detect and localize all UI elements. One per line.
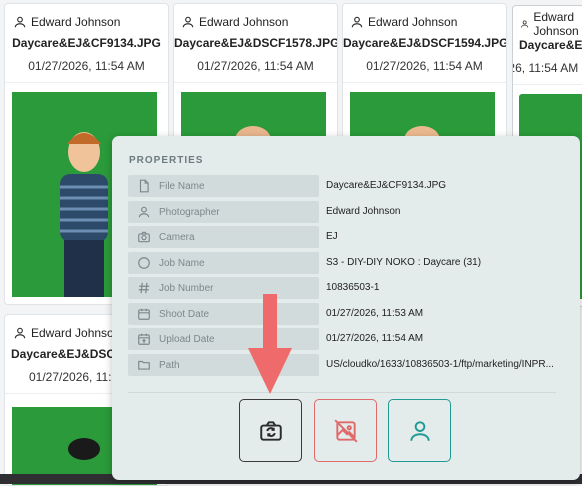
property-value: US/cloudko/1633/10836503-1/ftp/marketing… [326,359,554,370]
property-value: 10836503-1 [326,282,380,293]
property-value: EJ [326,231,338,242]
card-date: 01/27/2026, 11:54 AM [513,61,579,75]
person-icon [351,16,363,28]
card-photographer: Edward Johnson [181,13,288,31]
property-label: Job Name [128,252,319,274]
property-value: S3 - DIY-DIY NOKO : Daycare (31) [326,257,482,268]
property-row-job-number: Job Number 10836503-1 [128,277,558,299]
property-row-job-name: Job Name S3 - DIY-DIY NOKO : Daycare (31… [128,252,558,274]
property-label: File Name [128,175,319,197]
property-row-file-name: File Name Daycare&EJ&CF9134.JPG [128,175,558,197]
property-label: Photographer [128,201,319,223]
card-photographer: Edward Johnson [13,13,120,31]
card-photographer: Edward Johnson [13,324,120,342]
property-row-upload-date: Upload Date 01/27/2026, 11:54 AM [128,328,558,350]
card-file-name: Daycare&EJ&DSCF1578.JPG [174,36,338,50]
card-date: 01/27/2026, 11:54 AM [197,59,314,73]
file-icon [139,179,149,193]
switch-camera-button[interactable] [239,399,302,462]
property-value: 01/27/2026, 11:53 AM [326,308,424,319]
annotation-arrow-icon [248,294,292,394]
card-file-name: Daycare&EJ&DSCF [519,38,582,52]
person-button[interactable] [388,399,451,462]
person-icon [138,206,150,218]
card-date: 01/27/2026, 11:54 AM [28,59,145,73]
property-label: Camera [128,226,319,248]
person-icon [409,420,430,441]
camera-icon [138,231,150,243]
calendar-icon [138,308,150,320]
circle-icon [138,257,150,269]
person-icon [521,20,529,28]
calendar-upload-icon [138,333,150,345]
card-photographer: Edward Johnson [520,10,582,38]
property-row-camera: Camera EJ [128,226,558,248]
properties-panel: PROPERTIES File Name Daycare&EJ&CF9134.J… [112,136,580,480]
property-value: Edward Johnson [326,206,401,217]
card-file-name: Daycare&EJ&DSCF1594.JPG [343,36,507,50]
person-icon [14,16,26,28]
card-photographer: Edward Johnson [350,13,457,31]
camera-swap-icon [259,420,282,441]
property-row-photographer: Photographer Edward Johnson [128,201,558,223]
card-file-name: Daycare&EJ&CF9134.JPG [12,36,161,50]
image-off-icon [333,418,358,443]
hash-icon [138,282,150,294]
property-row-shoot-date: Shoot Date 01/27/2026, 11:53 AM [128,303,558,325]
hide-image-button[interactable] [314,399,377,462]
panel-divider [128,392,556,393]
folder-icon [138,360,150,370]
properties-title: PROPERTIES [129,155,204,166]
person-icon [182,16,194,28]
property-value: Daycare&EJ&CF9134.JPG [326,180,447,191]
property-row-path: Path US/cloudko/1633/10836503-1/ftp/mark… [128,354,558,376]
person-icon [14,327,26,339]
property-value: 01/27/2026, 11:54 AM [326,333,424,344]
card-date: 01/27/2026, 11:54 AM [366,59,483,73]
